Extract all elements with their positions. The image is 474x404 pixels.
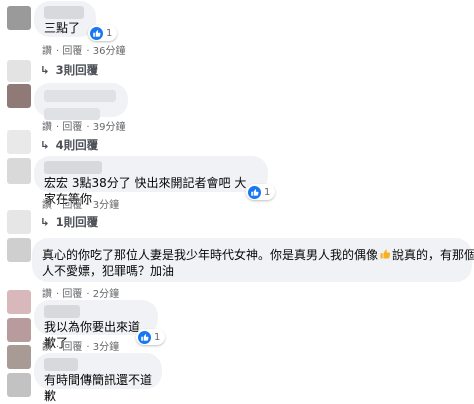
avatar[interactable] — [7, 318, 31, 342]
comment-text: 真心的你吃了那位人妻是我少年時代女神。你是真男人我的偶像說真的，有那個男 — [42, 248, 474, 262]
comment-actions: 讚 · 回覆 · 3分鐘 — [42, 200, 120, 211]
avatar[interactable] — [7, 130, 31, 154]
comment-author[interactable] — [44, 305, 80, 318]
view-replies-link[interactable]: ↳ 1則回覆 — [40, 214, 98, 230]
like-link[interactable]: 讚 — [42, 342, 52, 353]
like-link[interactable]: 讚 — [42, 122, 52, 133]
view-replies-link[interactable]: ↳ 4則回覆 — [40, 137, 98, 153]
like-link[interactable]: 讚 — [42, 200, 52, 211]
reply-link[interactable]: 回覆 — [62, 46, 82, 57]
comment-actions: 讚 · 回覆 · 36分鐘 — [42, 46, 126, 57]
reply-link[interactable]: 回覆 — [62, 342, 82, 353]
comment-text: 三點了 — [44, 21, 81, 35]
reply-arrow-icon: ↳ — [40, 138, 50, 152]
comment-actions: 讚 · 回覆 · 39分鐘 — [42, 122, 126, 133]
comment-bubble: 宏宏 3點38分了 快出來開記者會吧 大家在等你 — [34, 156, 268, 206]
like-link[interactable]: 讚 — [42, 46, 52, 57]
thumbs-up-emoji — [380, 249, 391, 259]
reply-link[interactable]: 回覆 — [62, 122, 82, 133]
avatar[interactable] — [7, 373, 31, 397]
comment-bubble: 三點了 — [34, 1, 96, 37]
timestamp[interactable]: 3分鐘 — [93, 342, 119, 353]
reaction-number: 1 — [154, 331, 161, 343]
timestamp[interactable]: 3分鐘 — [93, 200, 119, 211]
comment-actions: 讚 · 回覆 · 3分鐘 — [42, 342, 120, 353]
blurred-text — [44, 90, 116, 102]
reply-arrow-icon: ↳ — [40, 215, 50, 229]
avatar[interactable] — [7, 60, 31, 82]
reaction-count[interactable]: 1 — [246, 184, 276, 200]
reaction-count[interactable]: 1 — [88, 25, 118, 41]
like-icon — [90, 26, 103, 40]
avatar[interactable] — [7, 290, 31, 314]
comment-author[interactable] — [44, 358, 78, 371]
avatar[interactable] — [7, 6, 31, 30]
timestamp[interactable]: 39分鐘 — [93, 122, 126, 133]
comment-author[interactable] — [44, 161, 102, 174]
comment-text: 人不愛嫖，犯罪嗎？加油 — [42, 264, 175, 278]
reaction-number: 1 — [106, 27, 113, 39]
comment-bubble — [34, 83, 128, 120]
comment-bubble: 有時間傳簡訊還不道歉 — [34, 353, 162, 403]
reaction-number: 1 — [264, 186, 271, 198]
avatar[interactable] — [7, 210, 31, 234]
comment-author[interactable] — [44, 6, 84, 19]
view-replies-link[interactable]: ↳ 3則回覆 — [40, 62, 98, 78]
comment-text: 有時間傳簡訊還不道歉 — [44, 373, 153, 403]
like-icon — [138, 330, 151, 344]
like-icon — [248, 185, 261, 199]
comment-actions: 讚 · 回覆 · 2分鐘 — [42, 289, 120, 300]
reaction-count[interactable]: 1 — [136, 329, 166, 345]
reply-link[interactable]: 回覆 — [62, 200, 82, 211]
timestamp[interactable]: 2分鐘 — [93, 289, 119, 300]
avatar[interactable] — [7, 158, 31, 184]
reply-link[interactable]: 回覆 — [62, 289, 82, 300]
avatar[interactable] — [7, 345, 31, 369]
avatar[interactable] — [7, 238, 31, 262]
timestamp[interactable]: 36分鐘 — [93, 46, 126, 57]
reply-arrow-icon: ↳ — [40, 63, 50, 77]
comment-bubble: 真心的你吃了那位人妻是我少年時代女神。你是真男人我的偶像說真的，有那個男 人不愛… — [32, 238, 474, 282]
like-link[interactable]: 讚 — [42, 289, 52, 300]
avatar[interactable] — [7, 84, 31, 108]
